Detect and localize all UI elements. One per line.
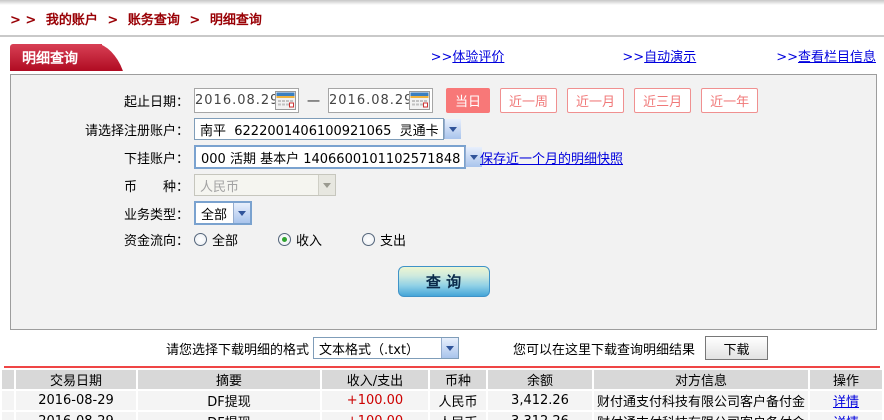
download-format-label: 请您选择下载明细的格式 — [166, 342, 310, 358]
cell-balance: 3,312.26 — [488, 412, 592, 420]
preset-today-button[interactable]: 当日 — [446, 88, 491, 113]
calendar-icon[interactable] — [409, 91, 431, 110]
header-balance: 余额 — [488, 370, 592, 389]
end-date-input[interactable]: 2016.08.29 — [328, 88, 434, 113]
breadcrumb-separator: > — [107, 13, 119, 28]
fund-flow-option-all[interactable]: 全部 — [194, 230, 238, 249]
sub-account-row: 下挂账户： 000 活期 基本户 1406600101102571848 保存近… — [11, 145, 876, 169]
chevron-down-icon[interactable] — [233, 203, 250, 223]
cell-currency: 人民币 — [430, 391, 486, 410]
header-counterparty: 对方信息 — [594, 370, 808, 389]
table-row: 2016-08-29 DF提现 +100.00 人民币 3,412.26 财付通… — [2, 391, 882, 410]
business-type-row: 业务类型： 全部 — [11, 201, 876, 225]
cell-amount: +100.00 — [322, 391, 428, 410]
start-date-value[interactable]: 2016.08.29 — [195, 93, 278, 108]
cell-amount: +100.00 — [322, 412, 428, 420]
chevron-down-icon — [318, 175, 335, 195]
header-currency: 币种 — [430, 370, 486, 389]
cell-summary: DF提现 — [138, 412, 320, 420]
cell-spacer — [2, 412, 14, 420]
query-form: 起止日期： 2016.08.29 一 2016.08.29 当日 近一周 近一月… — [10, 74, 877, 330]
chevron-down-icon[interactable] — [441, 338, 459, 358]
download-format-select[interactable]: 文本格式（.txt） — [313, 337, 460, 359]
link-arrows: >> — [430, 50, 453, 65]
date-range-label: 起止日期： — [123, 95, 189, 110]
download-row: 请您选择下载明细的格式 文本格式（.txt） 您可以在这里下载查询明细结果 下载 — [0, 330, 884, 366]
detail-link[interactable]: 详情 — [833, 395, 859, 410]
breadcrumb-prefix: > > — [10, 13, 37, 28]
breadcrumb-separator: > — [189, 13, 201, 28]
fund-flow-option-income[interactable]: 收入 — [278, 230, 322, 249]
top-links: >>体验评价 >>自动演示 >>查看栏目信息 — [431, 46, 876, 65]
download-button[interactable]: 下载 — [705, 336, 769, 360]
registered-account-row: 请选择注册账户： 南平 6222001406100921065 灵通卡 — [11, 118, 876, 140]
radio-icon[interactable] — [194, 233, 207, 246]
currency-select: 人民币 — [194, 174, 336, 196]
detail-link[interactable]: 详情 — [833, 416, 859, 420]
cell-balance: 3,412.26 — [488, 391, 592, 410]
cell-date: 2016-08-29 — [16, 412, 136, 420]
tab-bar: 明细查询 >>体验评价 >>自动演示 >>查看栏目信息 — [0, 41, 884, 71]
link-arrows: >> — [622, 50, 645, 65]
radio-checked-icon[interactable] — [278, 233, 292, 246]
cell-summary: DF提现 — [138, 391, 320, 410]
link-arrows: >> — [776, 50, 798, 65]
date-range-row: 起止日期： 2016.08.29 一 2016.08.29 当日 近一周 近一月… — [11, 88, 876, 113]
header-action: 操作 — [810, 370, 882, 389]
business-type-label: 业务类型： — [123, 207, 189, 223]
registered-account-select[interactable]: 南平 6222001406100921065 灵通卡 — [194, 118, 461, 140]
preset-last-3-months-button[interactable]: 近三月 — [634, 88, 692, 113]
preset-last-week-button[interactable]: 近一周 — [500, 88, 558, 113]
date-dash: 一 — [307, 95, 321, 110]
link-experience-review[interactable]: >>体验评价 — [431, 46, 505, 65]
cell-counterparty: 财付通支付科技有限公司客户备付金 — [594, 412, 808, 420]
breadcrumb: > > 我的账户 > 账务查询 > 明细查询 — [0, 5, 884, 33]
cell-counterparty: 财付通支付科技有限公司客户备付金 — [594, 391, 808, 410]
sub-account-label: 下挂账户： — [123, 151, 189, 167]
breadcrumb-divider — [0, 35, 884, 37]
tab-label: 明细查询 — [22, 50, 78, 67]
link-auto-demo[interactable]: >>自动演示 — [622, 46, 696, 65]
cell-currency: 人民币 — [430, 412, 486, 420]
download-hint: 您可以在这里下载查询明细结果 — [513, 342, 696, 358]
cell-spacer — [2, 391, 14, 410]
link-view-column-info[interactable]: >>查看栏目信息 — [776, 46, 876, 65]
header-spacer — [2, 370, 14, 389]
start-date-input[interactable]: 2016.08.29 — [194, 88, 299, 113]
save-snapshot-link[interactable]: 保存近一个月的明细快照 — [480, 148, 623, 167]
cell-date: 2016-08-29 — [16, 391, 136, 410]
radio-icon[interactable] — [362, 233, 376, 246]
tab-detail-query[interactable]: 明细查询 — [10, 44, 102, 71]
table-row: 2016-08-29 DF提现 +100.00 人民币 3,312.26 财付通… — [2, 412, 882, 420]
preset-last-year-button[interactable]: 近一年 — [701, 88, 759, 113]
currency-label: 币 种： — [123, 179, 189, 195]
cell-action: 详情 — [810, 412, 882, 420]
business-type-select[interactable]: 全部 — [194, 201, 252, 225]
header-summary: 摘要 — [138, 370, 320, 389]
breadcrumb-item-my-account[interactable]: 我的账户 — [46, 13, 98, 28]
header-amount: 收入/支出 — [322, 370, 428, 389]
sub-account-select[interactable]: 000 活期 基本户 1406600101102571848 — [194, 145, 483, 169]
chevron-down-icon[interactable] — [443, 119, 461, 139]
fund-flow-row: 资金流向： 全部 收入 支出 — [11, 230, 876, 249]
end-date-value[interactable]: 2016.08.29 — [329, 93, 412, 108]
breadcrumb-item-detail-query[interactable]: 明细查询 — [210, 13, 262, 28]
fund-flow-option-expense[interactable]: 支出 — [362, 230, 406, 249]
table-header-row: 交易日期 摘要 收入/支出 币种 余额 对方信息 操作 — [2, 370, 882, 389]
preset-last-month-button[interactable]: 近一月 — [567, 88, 625, 113]
transactions-table: 交易日期 摘要 收入/支出 币种 余额 对方信息 操作 2016-08-29 D… — [0, 368, 884, 420]
calendar-icon[interactable] — [275, 91, 296, 110]
currency-row: 币 种： 人民币 — [11, 174, 876, 196]
cell-action: 详情 — [810, 391, 882, 410]
query-button[interactable]: 查 询 — [397, 266, 490, 297]
breadcrumb-item-account-query[interactable]: 账务查询 — [128, 13, 180, 28]
header-date: 交易日期 — [16, 370, 136, 389]
fund-flow-label: 资金流向： — [123, 234, 189, 249]
query-button-row: 查 询 — [11, 266, 876, 297]
registered-account-label: 请选择注册账户： — [84, 123, 189, 139]
